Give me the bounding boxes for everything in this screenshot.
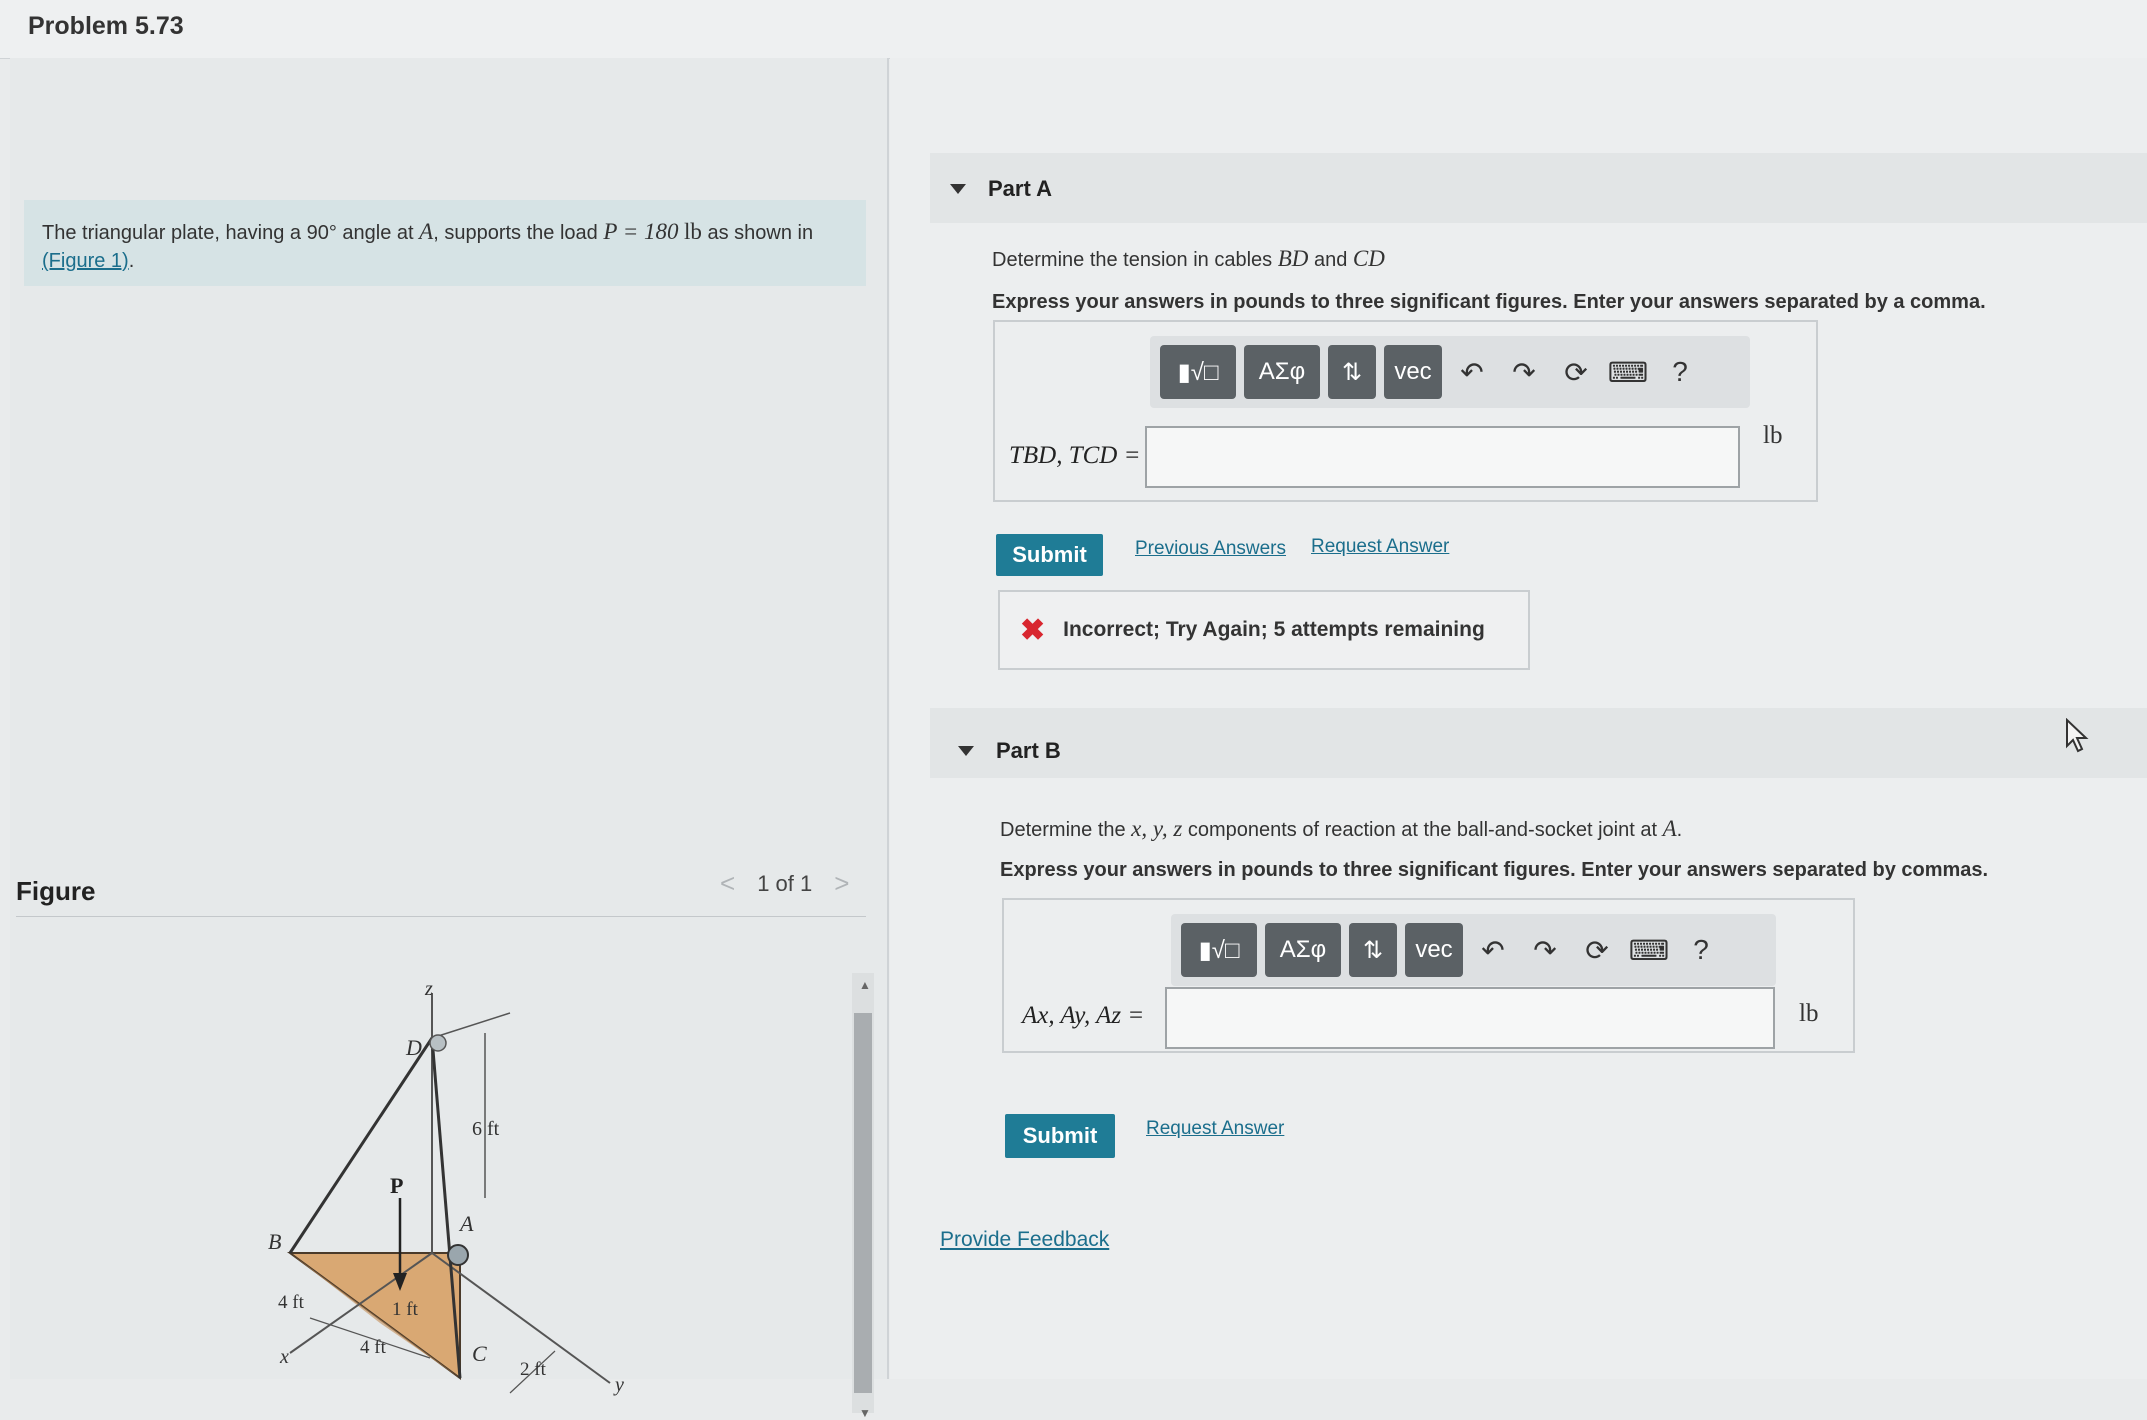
left-pane: The triangular plate, having a 90° angle…	[10, 58, 889, 1420]
label-4ft-bottom: 4 ft	[360, 1337, 387, 1358]
part-b-unit: lb	[1799, 1000, 1819, 1027]
part-a-question: Determine the tension in cables BD and C…	[992, 246, 1385, 271]
part-a-unit: lb	[1763, 422, 1783, 449]
templates-icon[interactable]: ▮√□	[1181, 923, 1257, 977]
keyboard-icon[interactable]: ⌨	[1627, 923, 1671, 977]
part-b-answer-label: Ax, Ay, Az =	[1022, 1002, 1145, 1029]
previous-answers-link[interactable]: Previous Answers	[1135, 538, 1286, 560]
ball-socket-joint	[447, 1244, 469, 1266]
vec-icon[interactable]: vec	[1384, 345, 1442, 399]
figure-divider	[16, 916, 866, 917]
figure-pager: < 1 of 1 >	[720, 868, 849, 899]
redo-icon[interactable]: ↷	[1502, 345, 1546, 399]
scroll-down-icon[interactable]: ▼	[859, 1406, 871, 1420]
reset-icon[interactable]: ⟳	[1575, 923, 1619, 977]
label-1ft: 1 ft	[392, 1299, 419, 1320]
cable-cd-symbol: CD	[1352, 246, 1385, 271]
part-b-submit-button[interactable]: Submit	[1005, 1114, 1115, 1158]
mouse-cursor-icon	[2066, 718, 2089, 753]
provide-feedback-link[interactable]: Provide Feedback	[940, 1228, 1109, 1252]
label-d: D	[405, 1035, 422, 1060]
part-b-answer-input[interactable]	[1165, 987, 1775, 1049]
chevron-right-icon[interactable]: >	[834, 868, 849, 899]
chevron-left-icon[interactable]: <	[720, 868, 735, 899]
label-6ft: 6 ft	[472, 1118, 500, 1140]
part-b-question: Determine the x, y, z components of reac…	[1000, 816, 1683, 841]
part-a-instruction: Express your answers in pounds to three …	[992, 291, 1986, 313]
mouse-cursor-shape	[2066, 718, 2089, 753]
part-a-answer-label: TBD, TCD =	[1009, 442, 1141, 469]
reset-icon[interactable]: ⟳	[1554, 345, 1598, 399]
feedback-text: Incorrect; Try Again; 5 attempts remaini…	[1063, 618, 1485, 641]
greek-icon[interactable]: ΑΣφ	[1244, 345, 1320, 399]
load-unit: lb	[684, 219, 702, 244]
figure-scrollbar[interactable]	[852, 973, 874, 1413]
figure-label: Figure	[16, 876, 96, 906]
label-4ft-left: 4 ft	[278, 1292, 305, 1313]
label-2ft: 2 ft	[520, 1359, 547, 1380]
part-a-submit-button[interactable]: Submit	[996, 534, 1103, 576]
label-x: x	[279, 1346, 289, 1368]
label-a: A	[458, 1211, 474, 1236]
problem-title: Problem 5.73	[28, 12, 184, 40]
part-b-title: Part B	[996, 738, 1061, 763]
angle-value: 90°	[306, 222, 337, 244]
part-b-instruction: Express your answers in pounds to three …	[1000, 859, 1989, 881]
undo-icon[interactable]: ↶	[1471, 923, 1515, 977]
keyboard-icon[interactable]: ⌨	[1606, 345, 1650, 399]
cable-anchor-d	[429, 1034, 447, 1052]
part-a-title: Part A	[988, 176, 1052, 201]
help-icon[interactable]: ?	[1679, 923, 1723, 977]
label-p: P	[390, 1173, 403, 1198]
components-symbol: x, y, z	[1131, 816, 1183, 841]
part-a-request-answer-link[interactable]: Request Answer	[1311, 536, 1449, 558]
greek-icon[interactable]: ΑΣφ	[1265, 923, 1341, 977]
label-b: B	[268, 1229, 281, 1254]
load-equation: P = 180	[603, 219, 679, 244]
incorrect-x-icon: ✖	[1020, 613, 1046, 647]
point-a-b: A	[1662, 816, 1677, 841]
point-a: A	[419, 219, 434, 244]
top-bar: Problem 5.73	[0, 0, 2147, 59]
label-z: z	[424, 978, 433, 1000]
collapse-triangle-icon[interactable]	[950, 184, 966, 194]
part-b-header[interactable]: Part B	[958, 738, 1061, 764]
part-b-request-answer-link[interactable]: Request Answer	[1146, 1118, 1284, 1140]
part-a-header[interactable]: Part A	[950, 176, 1052, 202]
part-a-band	[930, 153, 2147, 223]
collapse-triangle-icon-b[interactable]	[958, 746, 974, 756]
cable-bd-symbol: BD	[1277, 246, 1309, 271]
redo-icon[interactable]: ↷	[1523, 923, 1567, 977]
figure-diagram: z D 6 ft P B A 4 ft 1 ft 4 ft C 2 ft x y	[268, 978, 624, 1396]
cable-bd	[288, 1037, 434, 1254]
part-b-band	[930, 708, 2147, 778]
undo-icon[interactable]: ↶	[1450, 345, 1494, 399]
right-pane: Part A Determine the tension in cables B…	[890, 58, 2147, 1379]
part-a-feedback: ✖ Incorrect; Try Again; 5 attempts remai…	[998, 590, 1530, 670]
scrollbar-thumb[interactable]	[854, 1013, 872, 1393]
part-a-answer-input[interactable]	[1145, 426, 1740, 488]
part-a-toolbar: ▮√□ ΑΣφ ⇅ vec ↶ ↷ ⟳ ⌨ ?	[1150, 336, 1750, 408]
part-a-answer-box: ▮√□ ΑΣφ ⇅ vec ↶ ↷ ⟳ ⌨ ? TBD, TCD = lb	[993, 320, 1818, 502]
scroll-up-icon[interactable]: ▲	[859, 978, 871, 992]
templates-icon[interactable]: ▮√□	[1160, 345, 1236, 399]
sort-icon[interactable]: ⇅	[1349, 923, 1397, 977]
figure-link[interactable]: (Figure 1)	[42, 250, 129, 272]
label-y: y	[613, 1374, 624, 1396]
vec-icon[interactable]: vec	[1405, 923, 1463, 977]
sort-icon[interactable]: ⇅	[1328, 345, 1376, 399]
dimension-tick-top	[431, 1012, 511, 1039]
pager-count: 1 of 1	[757, 870, 813, 896]
label-c: C	[472, 1341, 487, 1366]
help-icon[interactable]: ?	[1658, 345, 1702, 399]
part-b-toolbar: ▮√□ ΑΣφ ⇅ vec ↶ ↷ ⟳ ⌨ ?	[1171, 914, 1776, 986]
problem-intro: The triangular plate, having a 90° angle…	[24, 200, 866, 286]
part-b-answer-box: ▮√□ ΑΣφ ⇅ vec ↶ ↷ ⟳ ⌨ ? Ax, Ay, Az = lb	[1002, 898, 1855, 1053]
